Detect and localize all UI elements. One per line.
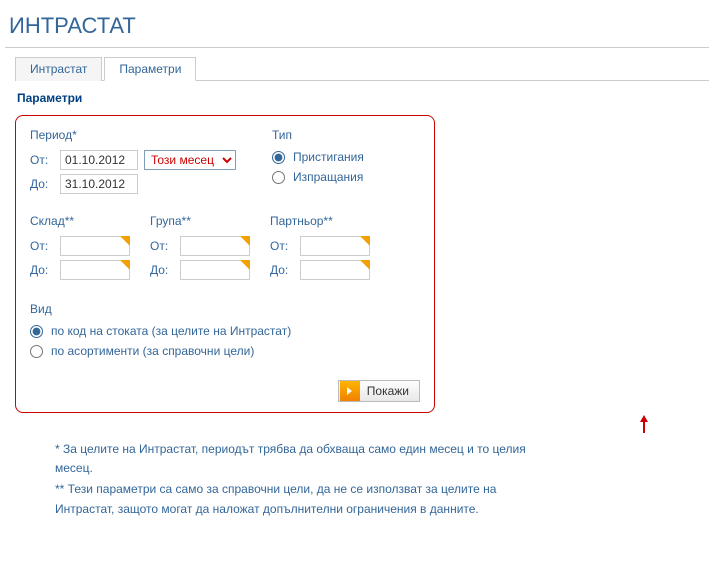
group-header-lbl: Група** — [150, 214, 250, 228]
type-dispatches-label[interactable]: Изпращания — [293, 170, 363, 184]
tab-intrastat[interactable]: Интрастат — [15, 57, 102, 81]
show-button-label: Покажи — [361, 384, 419, 398]
warehouse-header: Склад** — [30, 214, 130, 228]
kind-byassort-label[interactable]: по асортименти (за справочни цели) — [51, 344, 254, 358]
partner-to-input[interactable] — [300, 260, 370, 280]
footnotes: * За целите на Интрастат, периодът трябв… — [5, 436, 565, 533]
group-group: Група** От: До: — [150, 214, 250, 284]
warehouse-to-label: До: — [30, 263, 54, 277]
type-header: Тип — [272, 128, 364, 142]
warehouse-from-input[interactable] — [60, 236, 130, 256]
period-to-label: До: — [30, 177, 54, 191]
partner-header: Партньор** — [270, 214, 370, 228]
kind-header: Вид — [30, 302, 420, 316]
partner-group: Партньор** От: До: — [270, 214, 370, 284]
period-to-input[interactable] — [60, 174, 138, 194]
section-header: Параметри — [5, 81, 709, 111]
group-from-input[interactable] — [180, 236, 250, 256]
warehouse-to-input[interactable] — [60, 260, 130, 280]
tab-params[interactable]: Параметри — [104, 57, 196, 81]
kind-group: Вид по код на стоката (за целите на Интр… — [30, 302, 420, 364]
period-header: Период* — [30, 128, 236, 142]
footnote-1: * За целите на Интрастат, периодът трябв… — [55, 440, 553, 478]
partner-from-label: От: — [270, 239, 294, 253]
type-group: Тип Пристигания Изпращания — [272, 128, 364, 198]
group-from-label: От: — [150, 239, 174, 253]
divider — [5, 47, 709, 48]
warehouse-group: Склад** От: До: — [30, 214, 130, 284]
type-arrivals-radio[interactable] — [272, 151, 285, 164]
footnote-2: ** Тези параметри са само за справочни ц… — [55, 480, 553, 518]
period-from-label: От: — [30, 153, 54, 167]
group-to-input[interactable] — [180, 260, 250, 280]
type-arrivals-label[interactable]: Пристигания — [293, 150, 364, 164]
partner-from-input[interactable] — [300, 236, 370, 256]
type-dispatches-radio[interactable] — [272, 171, 285, 184]
kind-byassort-radio[interactable] — [30, 345, 43, 358]
warehouse-from-label: От: — [30, 239, 54, 253]
partner-to-label: До: — [270, 263, 294, 277]
period-preset-select[interactable]: Този месец — [144, 150, 236, 170]
arrow-right-icon — [340, 381, 360, 401]
params-panel: Период* От: Този месец До: Тип Пристиган… — [15, 115, 435, 413]
callout-arrow-icon — [5, 415, 709, 436]
kind-bycode-label[interactable]: по код на стоката (за целите на Интраста… — [51, 324, 291, 338]
page-title: ИНТРАСТАТ — [5, 5, 709, 47]
period-from-input[interactable] — [60, 150, 138, 170]
group-to-label: До: — [150, 263, 174, 277]
period-group: Период* От: Този месец До: — [30, 128, 236, 198]
tab-bar: Интрастат Параметри — [15, 56, 709, 81]
show-button[interactable]: Покажи — [338, 380, 420, 402]
kind-bycode-radio[interactable] — [30, 325, 43, 338]
